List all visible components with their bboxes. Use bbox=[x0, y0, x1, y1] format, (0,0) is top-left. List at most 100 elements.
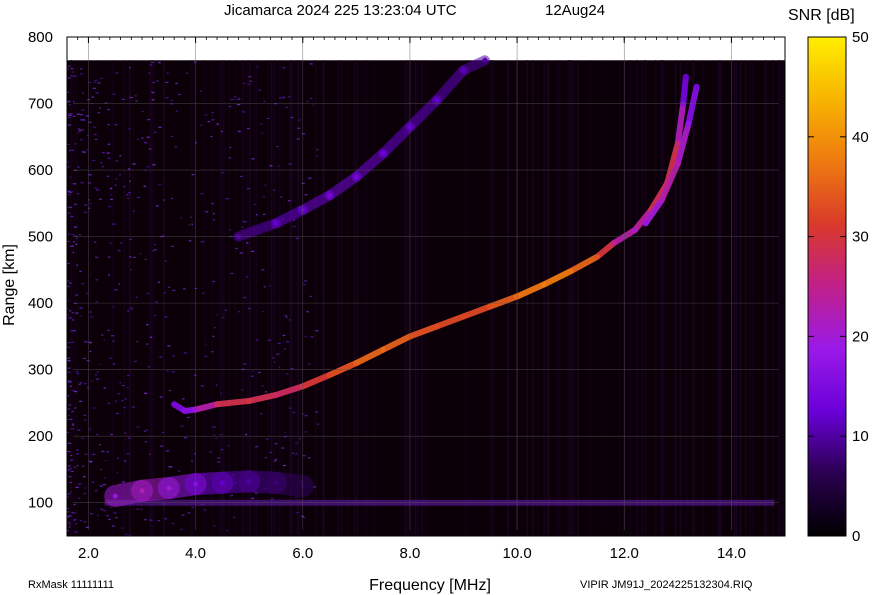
noise-speckle bbox=[128, 168, 131, 170]
noise-speckle bbox=[83, 521, 87, 523]
noise-streak bbox=[249, 60, 251, 536]
noise-speckle bbox=[68, 465, 71, 467]
noise-speckle bbox=[262, 213, 266, 215]
noise-speckle bbox=[303, 280, 308, 282]
noise-speckle bbox=[94, 79, 98, 81]
noise-speckle bbox=[72, 101, 75, 103]
noise-speckle bbox=[143, 185, 147, 187]
noise-speckle bbox=[101, 166, 104, 168]
noise-speckle bbox=[181, 514, 185, 516]
noise-speckle bbox=[229, 229, 232, 231]
noise-speckle bbox=[108, 518, 111, 521]
noise-speckle bbox=[69, 385, 72, 387]
noise-speckle bbox=[172, 289, 176, 292]
noise-speckle bbox=[69, 481, 72, 484]
noise-speckle bbox=[127, 310, 130, 312]
trace-point bbox=[327, 192, 333, 198]
noise-speckle bbox=[75, 371, 79, 373]
noise-streak bbox=[128, 60, 132, 536]
noise-speckle bbox=[312, 104, 315, 106]
noise-streak bbox=[417, 60, 420, 536]
noise-speckle bbox=[252, 370, 254, 372]
noise-speckle bbox=[103, 510, 106, 512]
noise-speckle bbox=[239, 252, 244, 254]
noise-speckle bbox=[205, 114, 208, 116]
noise-speckle bbox=[75, 523, 77, 525]
noise-speckle bbox=[144, 142, 148, 144]
noise-speckle bbox=[78, 383, 81, 386]
trace-point bbox=[568, 268, 573, 274]
noise-speckle bbox=[284, 431, 287, 433]
noise-speckle bbox=[212, 335, 215, 337]
noise-speckle bbox=[264, 457, 268, 459]
noise-speckle bbox=[309, 97, 313, 100]
noise-speckle bbox=[243, 363, 247, 365]
noise-speckle bbox=[84, 341, 88, 343]
noise-speckle bbox=[287, 200, 292, 202]
noise-speckle bbox=[69, 491, 72, 493]
noise-speckle bbox=[162, 431, 165, 433]
noise-speckle bbox=[68, 381, 72, 383]
noise-speckle bbox=[99, 77, 103, 80]
noise-streak bbox=[337, 60, 339, 536]
noise-streak bbox=[297, 60, 299, 536]
noise-speckle bbox=[75, 243, 78, 245]
noise-speckle bbox=[216, 123, 220, 125]
noise-speckle bbox=[282, 334, 286, 336]
noise-speckle bbox=[251, 497, 254, 499]
noise-speckle bbox=[148, 72, 151, 74]
noise-speckle bbox=[165, 81, 169, 83]
noise-speckle bbox=[236, 103, 241, 106]
noise-speckle bbox=[88, 428, 92, 430]
noise-speckle bbox=[146, 166, 150, 168]
noise-speckle bbox=[152, 250, 154, 252]
noise-speckle bbox=[241, 226, 244, 228]
noise-streak bbox=[660, 60, 663, 536]
noise-speckle bbox=[83, 419, 87, 421]
noise-speckle bbox=[284, 348, 286, 350]
noise-speckle bbox=[109, 506, 112, 509]
noise-speckle bbox=[135, 296, 138, 298]
noise-streak bbox=[662, 60, 665, 536]
noise-streak bbox=[464, 60, 467, 536]
noise-speckle bbox=[184, 437, 188, 439]
noise-speckle bbox=[71, 234, 75, 236]
noise-speckle bbox=[205, 343, 207, 345]
noise-streak bbox=[108, 60, 109, 536]
noise-streak bbox=[764, 60, 767, 536]
noise-streak bbox=[373, 60, 375, 536]
noise-speckle bbox=[72, 71, 74, 73]
noise-speckle bbox=[265, 391, 267, 393]
noise-speckle bbox=[261, 132, 263, 134]
noise-speckle bbox=[67, 515, 71, 517]
noise-speckle bbox=[187, 512, 191, 514]
noise-speckle bbox=[67, 206, 71, 208]
noise-speckle bbox=[94, 256, 99, 258]
noise-speckle bbox=[282, 67, 286, 69]
x-tick-label: 2.0 bbox=[78, 545, 99, 562]
noise-streak bbox=[526, 60, 528, 536]
noise-speckle bbox=[213, 434, 216, 436]
noise-streak bbox=[339, 60, 341, 536]
noise-speckle bbox=[101, 334, 104, 336]
noise-streak bbox=[315, 60, 317, 536]
noise-speckle bbox=[201, 241, 205, 243]
noise-speckle bbox=[275, 459, 278, 461]
noise-speckle bbox=[255, 446, 259, 448]
noise-streak bbox=[267, 60, 269, 536]
noise-speckle bbox=[211, 351, 214, 353]
noise-speckle bbox=[76, 453, 80, 455]
noise-speckle bbox=[120, 242, 123, 244]
noise-speckle bbox=[102, 483, 106, 486]
noise-speckle bbox=[178, 470, 181, 472]
noise-speckle bbox=[293, 225, 296, 228]
noise-speckle bbox=[224, 309, 228, 311]
noise-speckle bbox=[68, 103, 71, 106]
noise-speckle bbox=[248, 76, 252, 78]
noise-speckle bbox=[106, 152, 110, 154]
noise-speckle bbox=[217, 461, 220, 463]
noise-speckle bbox=[155, 205, 159, 207]
noise-streak bbox=[203, 60, 206, 536]
noise-speckle bbox=[95, 301, 98, 303]
noise-speckle bbox=[243, 221, 247, 223]
